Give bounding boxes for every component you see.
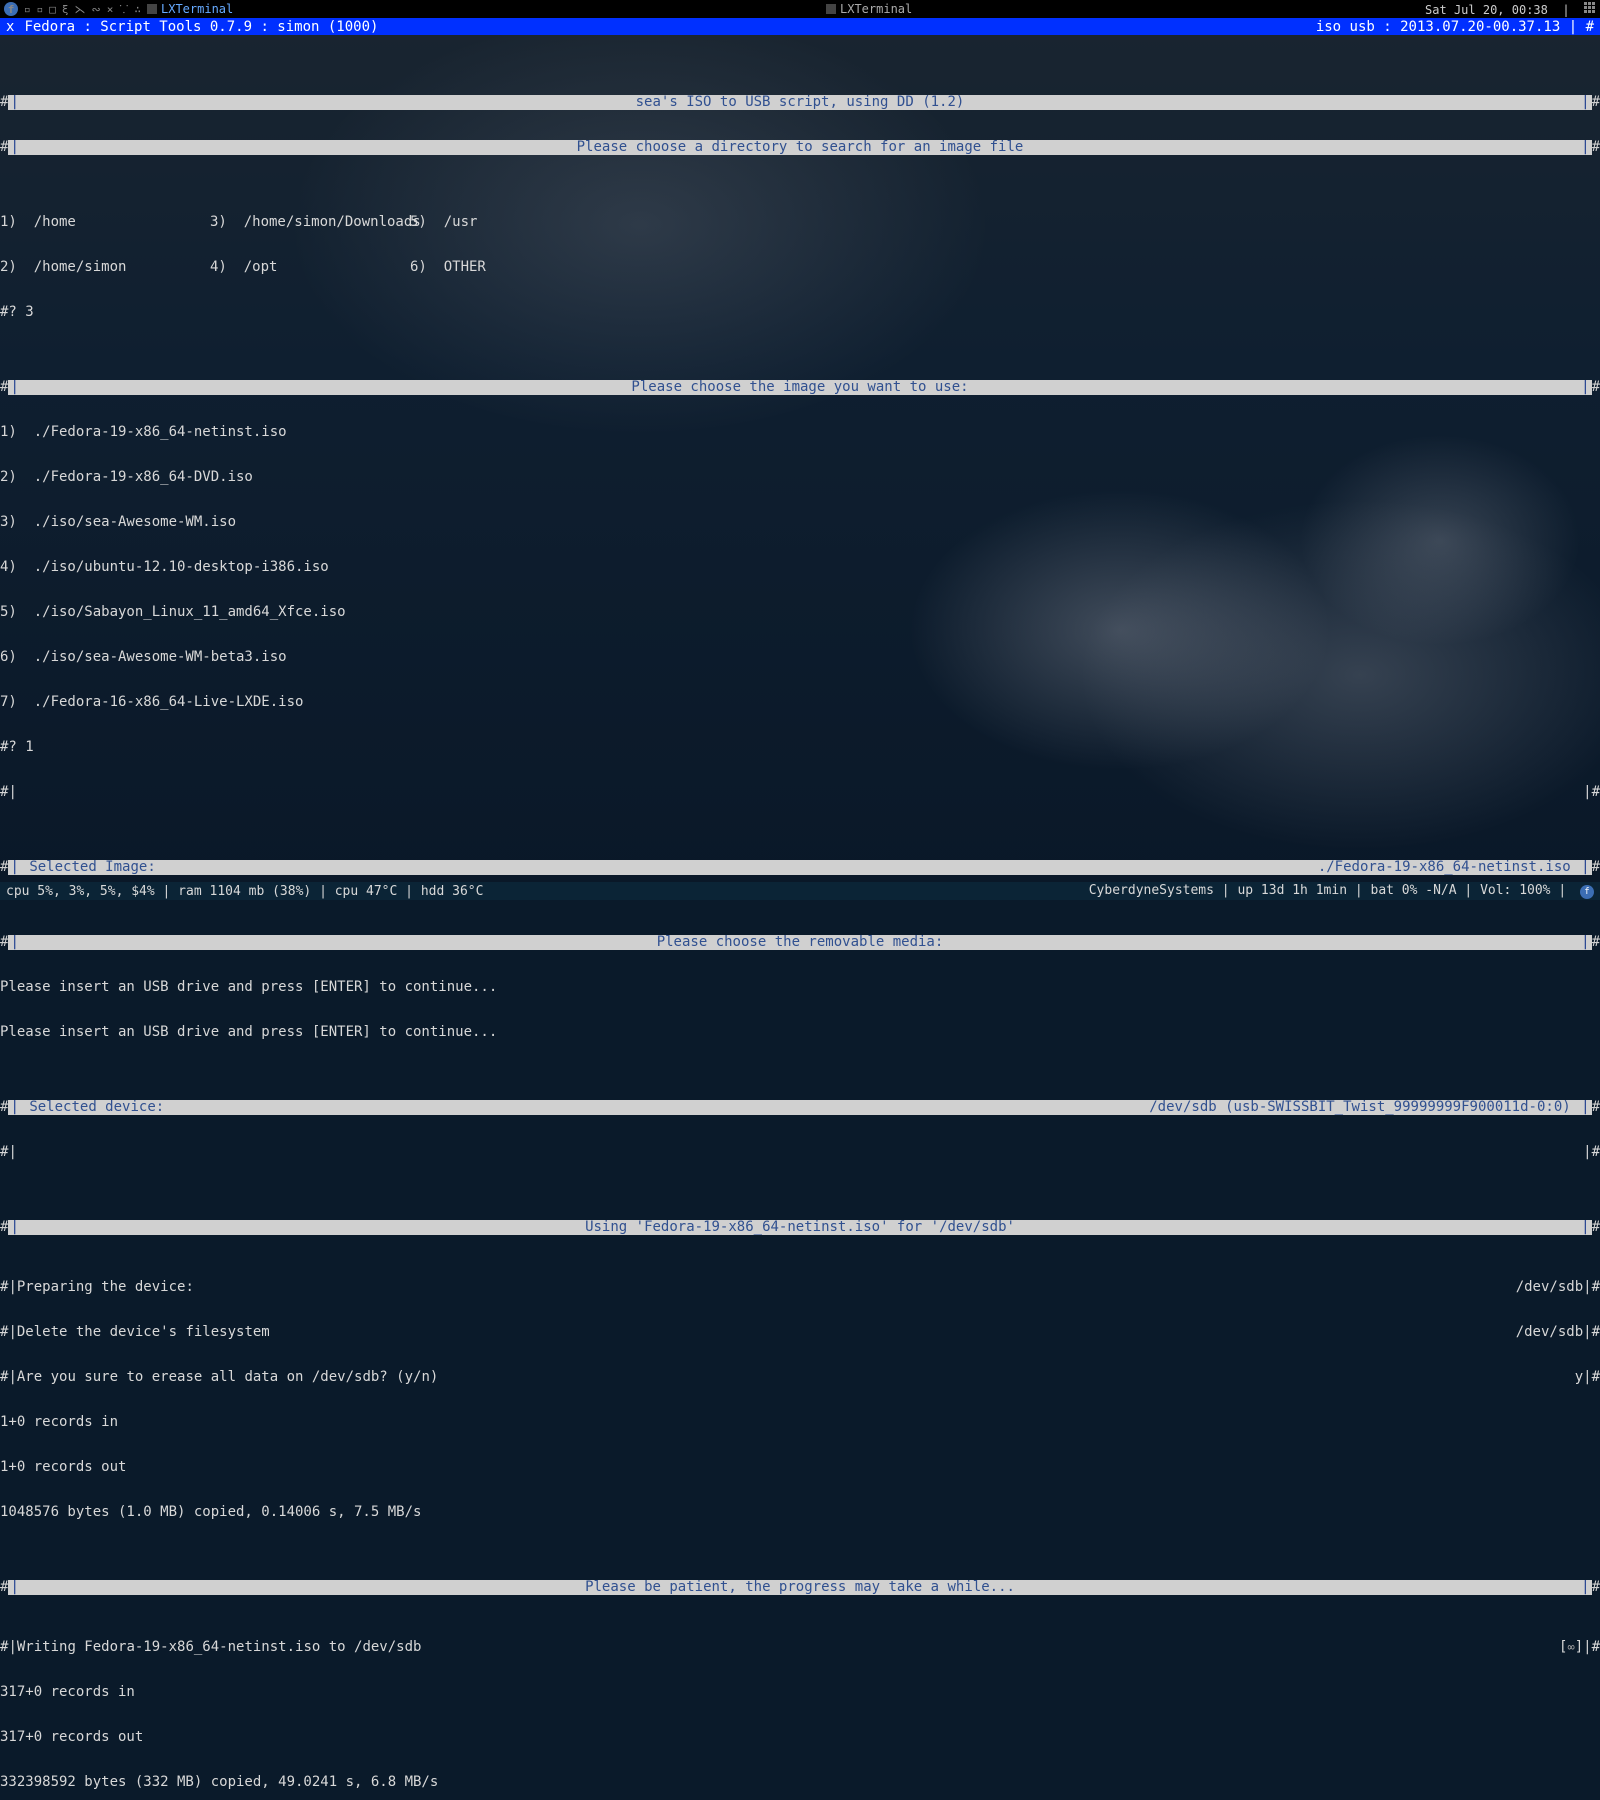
insert-usb-msg: Please insert an USB drive and press [EN… [0,1025,1600,1040]
fedora-tray-icon[interactable]: f [1580,885,1594,899]
taskbar-item-label: LXTerminal [161,2,233,16]
selected-image-row: # | Selected Image:./Fedora-19-x86_64-ne… [0,860,1600,875]
delete-fs-row: # | Delete the device's filesystem/dev/s… [0,1325,1600,1340]
dd-output: 317+0 records in [0,1685,1600,1700]
erase-prompt-row: # | Are you sure to erease all data on /… [0,1370,1600,1385]
dd-output: 1+0 records in [0,1415,1600,1430]
banner-choose-image: # |Please choose the image you want to u… [0,380,1600,395]
image-option: 2) ./Fedora-19-x86_64-DVD.iso [0,470,1600,485]
panel-icon[interactable]: ∴ [134,3,141,16]
insert-usb-msg: Please insert an USB drive and press [EN… [0,980,1600,995]
banner-using-iso: # |Using 'Fedora-19-x86_64-netinst.iso' … [0,1220,1600,1235]
dd-output: 1+0 records out [0,1460,1600,1475]
panel-icon[interactable]: □ [49,3,56,16]
window-close-button[interactable]: x [6,19,14,35]
hash-row: # || # [0,785,1600,800]
terminal-icon [147,4,157,14]
dd-output: 332398592 bytes (332 MB) copied, 49.0241… [0,1775,1600,1790]
window-title-right: iso usb : 2013.07.20-00.37.13 | # [1316,19,1594,35]
panel-launcher-area: f ▫ ▫ □ ξ ⋋ ∾ × ⸪ ∴ [4,2,141,17]
dir-option-row: 2) /home/simon4) /opt6) OTHER [0,260,1600,275]
panel-icon[interactable]: ξ [62,3,69,16]
prompt-answer: #? 3 [0,305,1600,320]
prep-row: # | Preparing the device:/dev/sdb | # [0,1280,1600,1295]
window-titlebar[interactable]: x Fedora : Script Tools 0.7.9 : simon (1… [0,18,1600,35]
panel-icon[interactable]: ∾ [92,3,101,16]
taskbar-item[interactable]: LXTerminal [826,2,912,16]
image-option: 3) ./iso/sea-Awesome-WM.iso [0,515,1600,530]
taskbar-item-active[interactable]: LXTerminal [147,2,233,16]
panel-icon[interactable]: ▫ [24,3,31,16]
dd-output: 317+0 records out [0,1730,1600,1745]
status-right: CyberdyneSystems | up 13d 1h 1min | bat … [1089,883,1594,899]
panel-icon[interactable]: ⋋ [75,3,86,16]
terminal-icon [826,4,836,14]
taskbar-item-label: LXTerminal [840,2,912,16]
banner-script-title: # |sea's ISO to USB script, using DD (1.… [0,95,1600,110]
image-option: 6) ./iso/sea-Awesome-WM-beta3.iso [0,650,1600,665]
selected-device-row: # | Selected device:/dev/sdb (usb-SWISSB… [0,1100,1600,1115]
banner-choose-media: # |Please choose the removable media:| # [0,935,1600,950]
hash-row: # || # [0,1145,1600,1160]
spinner-icon: ∞ [1567,1640,1574,1655]
panel-icon[interactable]: ▫ [37,3,44,16]
image-option: 5) ./iso/Sabayon_Linux_11_amd64_Xfce.iso [0,605,1600,620]
workspaces-icon[interactable] [1584,2,1596,14]
dd-output: 1048576 bytes (1.0 MB) copied, 0.14006 s… [0,1505,1600,1520]
wm-top-panel: f ▫ ▫ □ ξ ⋋ ∾ × ⸪ ∴ LXTerminal LXTermina… [0,0,1600,18]
window-title-left: Fedora : Script Tools 0.7.9 : simon (100… [24,19,378,35]
writing-row: # | Writing Fedora-19-x86_64-netinst.iso… [0,1640,1600,1655]
image-option: 7) ./Fedora-16-x86_64-Live-LXDE.iso [0,695,1600,710]
image-option: 1) ./Fedora-19-x86_64-netinst.iso [0,425,1600,440]
panel-icon[interactable]: × [107,3,114,16]
banner-be-patient: # |Please be patient, the progress may t… [0,1580,1600,1595]
terminal-output[interactable]: # |sea's ISO to USB script, using DD (1.… [0,35,1600,882]
wm-bottom-panel: cpu 5%, 3%, 5%, $4% | ram 1104 mb (38%) … [0,882,1600,900]
fedora-menu-icon[interactable]: f [4,2,18,16]
dir-option-row: 1) /home3) /home/simon/Downloads5) /usr [0,215,1600,230]
panel-icon[interactable]: ⸪ [119,2,128,17]
image-option: 4) ./iso/ubuntu-12.10-desktop-i386.iso [0,560,1600,575]
prompt-answer: #? 1 [0,740,1600,755]
status-left: cpu 5%, 3%, 5%, $4% | ram 1104 mb (38%) … [6,884,483,899]
banner-choose-dir: # |Please choose a directory to search f… [0,140,1600,155]
